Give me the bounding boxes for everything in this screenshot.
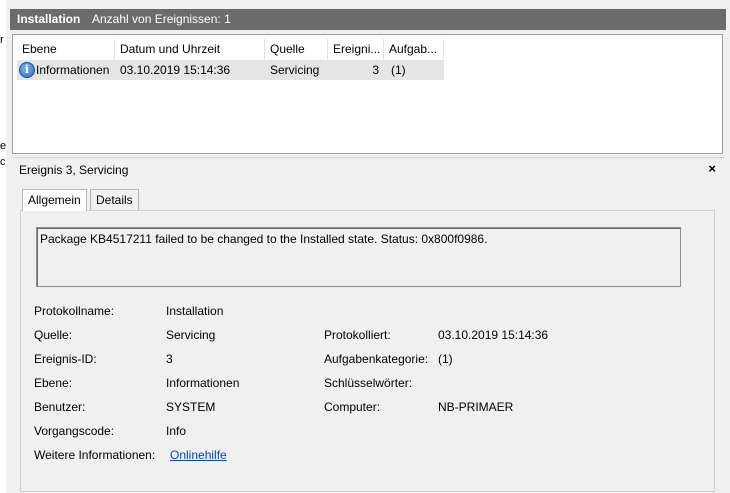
keywords-label: Schlüsselwörter: [324,376,413,390]
level-value: Informationen [166,376,240,390]
log-title: Installation [17,12,81,26]
task-category-value: (1) [438,352,453,366]
task-category-label: Aufgabenkategorie: [324,352,429,366]
info-icon: i [19,62,35,78]
column-header-source[interactable]: Quelle [265,39,328,59]
event-id-value: 3 [166,352,173,366]
column-header-level[interactable]: Ebene [17,39,115,59]
tab-general[interactable]: Allgemein [22,189,87,211]
user-value: SYSTEM [166,400,216,414]
more-info-label: Weitere Informationen: [34,448,156,462]
column-header-datetime[interactable]: Datum und Uhrzeit [115,39,265,59]
left-panel-edge: r e c [0,0,6,493]
user-label: Benutzer: [34,400,86,414]
row-datetime: 03.10.2019 15:14:36 [120,63,231,77]
event-message-box[interactable]: Package KB4517211 failed to be changed t… [36,227,681,287]
row-source: Servicing [270,63,320,77]
column-header-event-id[interactable]: Ereigni... [328,39,384,59]
clipped-char: e [0,140,7,152]
source-value: Servicing [166,328,216,342]
column-header-task[interactable]: Aufgab... [384,39,444,59]
row-task: (1) [391,63,406,77]
logged-label: Protokolliert: [324,328,391,342]
opcode-value: Info [166,424,187,438]
opcode-label: Vorgangscode: [34,424,115,438]
event-message: Package KB4517211 failed to be changed t… [40,232,488,246]
event-detail-title: Ereignis 3, Servicing [19,163,129,177]
log-name-value: Installation [166,304,224,318]
source-label: Quelle: [34,328,73,342]
event-list[interactable]: Ebene Datum und Uhrzeit Quelle Ereigni..… [12,34,723,154]
clipped-char: r [0,34,4,46]
event-id-label: Ereignis-ID: [34,352,97,366]
computer-value: NB-PRIMAER [438,400,514,414]
tab-details[interactable]: Details [90,189,139,210]
level-label: Ebene: [34,376,73,390]
clipped-char: c [0,156,6,168]
event-count: Anzahl von Ereignissen: 1 [92,12,231,26]
log-name-label: Protokollname: [34,304,115,318]
row-event-id: 3 [372,63,379,77]
row-level: Informationen [36,63,110,77]
table-row[interactable]: i Informationen 03.10.2019 15:14:36 Serv… [17,60,444,80]
logged-value: 03.10.2019 15:14:36 [438,328,549,342]
close-icon[interactable]: × [708,161,716,176]
event-detail-header: Ereignis 3, Servicing × [12,157,724,182]
computer-label: Computer: [324,400,381,414]
log-title-bar: Installation Anzahl von Ereignissen: 1 [10,9,726,30]
online-help-link[interactable]: Onlinehilfe [170,448,227,462]
